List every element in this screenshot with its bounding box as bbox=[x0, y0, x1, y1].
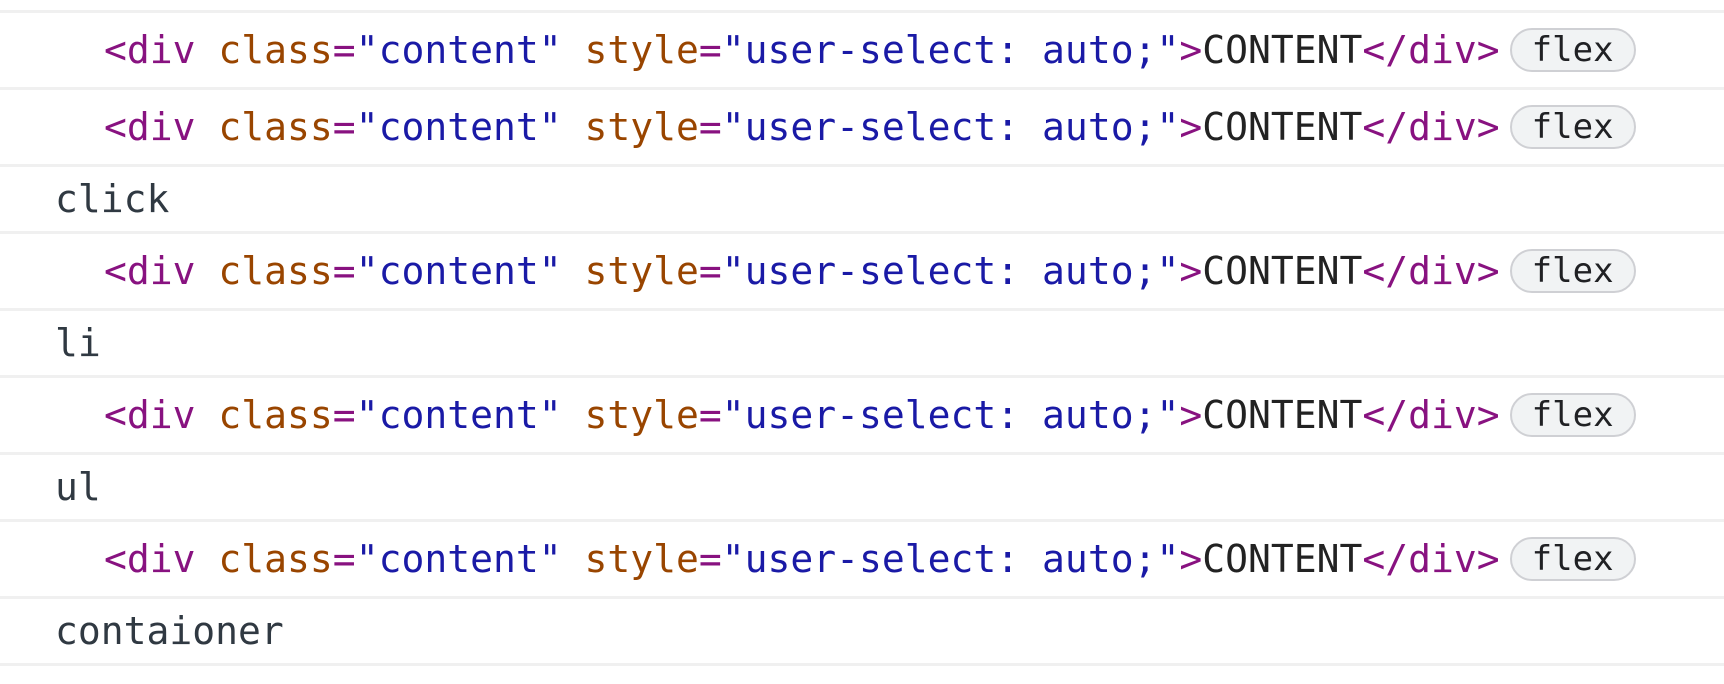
log-text: ul bbox=[55, 465, 101, 509]
tag-open: <div bbox=[104, 537, 196, 581]
attr-value: "content" bbox=[355, 393, 562, 437]
end-tag: </div> bbox=[1362, 105, 1500, 149]
dom-node-row[interactable]: <div class = "content" style = "user-select:… bbox=[0, 90, 1724, 167]
flex-badge[interactable]: flex bbox=[1509, 393, 1636, 437]
flex-badge[interactable]: flex bbox=[1509, 105, 1636, 149]
end-tag: </div> bbox=[1362, 393, 1500, 437]
attr-equals: = bbox=[332, 28, 356, 72]
node-text: CONTENT bbox=[1202, 249, 1363, 293]
attr-value: "user-select: auto;" bbox=[721, 105, 1180, 149]
dom-node-row[interactable]: <div class = "content" style = "user-select:… bbox=[0, 522, 1724, 599]
attr-name: class bbox=[195, 393, 333, 437]
attr-name: style bbox=[561, 249, 699, 293]
node-text: CONTENT bbox=[1202, 105, 1363, 149]
flex-badge[interactable]: flex bbox=[1509, 28, 1636, 72]
end-tag: </div> bbox=[1362, 249, 1500, 293]
tag-close: > bbox=[1179, 537, 1203, 581]
tag-open: <div bbox=[104, 105, 196, 149]
attr-equals: = bbox=[332, 537, 356, 581]
tag-open: <div bbox=[104, 393, 196, 437]
attr-value: "content" bbox=[355, 537, 562, 581]
attr-value: "user-select: auto;" bbox=[721, 537, 1180, 581]
console-log-row[interactable]: contaioner bbox=[0, 599, 1724, 666]
end-tag: </div> bbox=[1362, 28, 1500, 72]
attr-name: class bbox=[195, 105, 333, 149]
attr-name: style bbox=[561, 28, 699, 72]
attr-value: "content" bbox=[355, 249, 562, 293]
attr-equals: = bbox=[698, 105, 722, 149]
flex-badge[interactable]: flex bbox=[1509, 249, 1636, 293]
tag-close: > bbox=[1179, 28, 1203, 72]
attr-equals: = bbox=[332, 249, 356, 293]
attr-value: "content" bbox=[355, 28, 562, 72]
attr-equals: = bbox=[332, 105, 356, 149]
flex-badge[interactable]: flex bbox=[1509, 537, 1636, 581]
attr-value: "content" bbox=[355, 105, 562, 149]
attr-name: style bbox=[561, 105, 699, 149]
dom-node-row[interactable]: <div class = "content" style = "user-select:… bbox=[0, 234, 1724, 311]
attr-equals: = bbox=[698, 28, 722, 72]
log-text: li bbox=[55, 321, 101, 365]
log-text: contaioner bbox=[55, 609, 284, 653]
elements-tree: <div class = "content" style = "user-select:… bbox=[0, 10, 1724, 666]
console-log-row[interactable]: ul bbox=[0, 455, 1724, 522]
tag-close: > bbox=[1179, 393, 1203, 437]
dom-node-row[interactable]: <div class = "content" style = "user-select:… bbox=[0, 378, 1724, 455]
attr-equals: = bbox=[332, 393, 356, 437]
attr-equals: = bbox=[698, 537, 722, 581]
dom-node-row[interactable]: <div class = "content" style = "user-select:… bbox=[0, 13, 1724, 90]
attr-value: "user-select: auto;" bbox=[721, 393, 1180, 437]
node-text: CONTENT bbox=[1202, 537, 1363, 581]
attr-value: "user-select: auto;" bbox=[721, 28, 1180, 72]
attr-name: style bbox=[561, 537, 699, 581]
attr-name: class bbox=[195, 249, 333, 293]
tag-open: <div bbox=[104, 249, 196, 293]
end-tag: </div> bbox=[1362, 537, 1500, 581]
attr-equals: = bbox=[698, 393, 722, 437]
console-log-row[interactable]: li bbox=[0, 311, 1724, 378]
log-text: click bbox=[55, 177, 170, 221]
tag-close: > bbox=[1179, 105, 1203, 149]
attr-name: class bbox=[195, 537, 333, 581]
tag-open: <div bbox=[104, 28, 196, 72]
attr-name: style bbox=[561, 393, 699, 437]
node-text: CONTENT bbox=[1202, 393, 1363, 437]
attr-name: class bbox=[195, 28, 333, 72]
attr-equals: = bbox=[698, 249, 722, 293]
attr-value: "user-select: auto;" bbox=[721, 249, 1180, 293]
tag-close: > bbox=[1179, 249, 1203, 293]
console-log-row[interactable]: click bbox=[0, 167, 1724, 234]
node-text: CONTENT bbox=[1202, 28, 1363, 72]
